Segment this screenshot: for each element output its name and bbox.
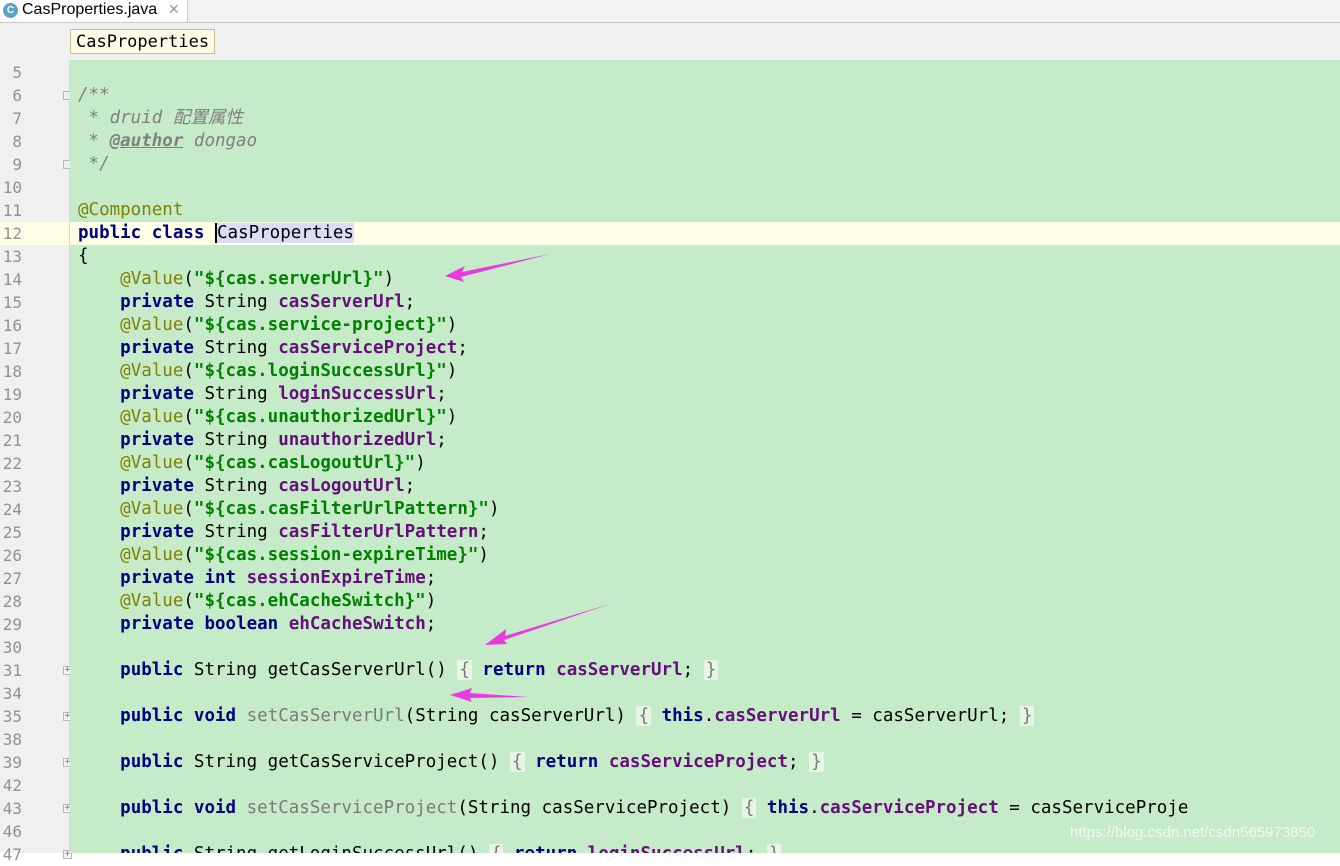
code-line[interactable]: private String casServerUrl; (78, 291, 415, 314)
code-line[interactable]: /** (78, 84, 110, 107)
code-line[interactable]: public class CasProperties (78, 222, 354, 245)
code-line[interactable]: */ (78, 153, 110, 176)
code-line[interactable]: private String casServiceProject; (78, 337, 468, 360)
line-number: 11 (2, 201, 22, 220)
code-line[interactable]: private String unauthorizedUrl; (78, 429, 447, 452)
code-line[interactable]: @Value("${cas.casFilterUrlPattern}") (78, 498, 499, 521)
editor-tab-bar: C CasProperties.java ✕ (0, 0, 1340, 23)
line-number: 29 (2, 615, 22, 634)
line-number: 5 (12, 63, 22, 82)
line-number: 42 (2, 776, 22, 795)
code-line[interactable]: public String getCasServerUrl() { return… (78, 659, 719, 682)
code-line[interactable]: @Value("${cas.ehCacheSwitch}") (78, 590, 436, 613)
line-number: 30 (2, 638, 22, 657)
line-number: 46 (2, 822, 22, 841)
code-line[interactable]: public String getCasServiceProject() { r… (78, 751, 824, 774)
tab-casproperties-java[interactable]: C CasProperties.java ✕ (0, 0, 188, 22)
line-number: 10 (2, 178, 22, 197)
code-line[interactable]: @Value("${cas.serverUrl}") (78, 268, 394, 291)
code-line[interactable]: @Value("${cas.session-expireTime}") (78, 544, 489, 567)
code-line[interactable]: private boolean ehCacheSwitch; (78, 613, 436, 636)
code-line[interactable]: public String getLoginSuccessUrl() { ret… (78, 843, 782, 853)
line-number: 18 (2, 362, 22, 381)
code-line[interactable]: @Value("${cas.casLogoutUrl}") (78, 452, 426, 475)
java-class-icon: C (3, 3, 18, 18)
code-editor[interactable]: /** * druid 配置属性 * @author dongao */ @Com… (70, 60, 1340, 853)
line-number: 43 (2, 799, 22, 818)
watermark: https://blog.csdn.net/csdn565973850 (1070, 824, 1316, 841)
line-number: 24 (2, 500, 22, 519)
code-line[interactable]: private String casLogoutUrl; (78, 475, 415, 498)
code-line[interactable]: @Value("${cas.service-project}") (78, 314, 457, 337)
line-number: 17 (2, 339, 22, 358)
line-number: 22 (2, 454, 22, 473)
line-number: 35 (2, 707, 22, 726)
breadcrumb-bar: CasProperties (0, 23, 1340, 61)
code-line[interactable]: @Value("${cas.loginSuccessUrl}") (78, 360, 457, 383)
line-number: 16 (2, 316, 22, 335)
line-number: 31 (2, 661, 22, 680)
line-number: 7 (12, 109, 22, 128)
line-number: 38 (2, 730, 22, 749)
line-number: 27 (2, 569, 22, 588)
code-line[interactable]: * @author dongao (78, 130, 258, 153)
code-line[interactable]: { (78, 245, 89, 268)
line-number: 6 (12, 86, 22, 105)
breadcrumb-class[interactable]: CasProperties (70, 29, 216, 54)
line-number: 25 (2, 523, 22, 542)
line-number-gutter: 5 6 7 8 9 10 11 12 13 14 15 16 17 18 19 20 21 22 23 24 25 26 2… (0, 60, 72, 864)
code-line[interactable]: private int sessionExpireTime; (78, 567, 436, 590)
code-line[interactable]: public void setCasServiceProject(String … (78, 797, 1188, 820)
line-number: 39 (2, 753, 22, 772)
line-number: 12 (2, 224, 22, 243)
line-number: 34 (2, 684, 22, 703)
line-number: 15 (2, 293, 22, 312)
code-line[interactable]: * druid 配置属性 (78, 107, 243, 130)
close-tab-icon[interactable]: ✕ (168, 1, 180, 18)
code-line[interactable]: private String loginSuccessUrl; (78, 383, 447, 406)
tab-title: CasProperties.java (22, 1, 158, 18)
line-number: 8 (12, 132, 22, 151)
line-number: 14 (2, 270, 22, 289)
code-line[interactable]: @Value("${cas.unauthorizedUrl}") (78, 406, 457, 429)
line-number: 13 (2, 247, 22, 266)
line-number: 19 (2, 385, 22, 404)
line-number: 26 (2, 546, 22, 565)
code-line[interactable]: private String casFilterUrlPattern; (78, 521, 489, 544)
line-number: 23 (2, 477, 22, 496)
line-number: 47 (2, 845, 22, 864)
line-number: 28 (2, 592, 22, 611)
code-line[interactable]: public void setCasServerUrl(String casSe… (78, 705, 1035, 728)
line-number: 9 (12, 155, 22, 174)
code-line[interactable]: @Component (78, 199, 183, 222)
line-number: 20 (2, 408, 22, 427)
line-number: 21 (2, 431, 22, 450)
